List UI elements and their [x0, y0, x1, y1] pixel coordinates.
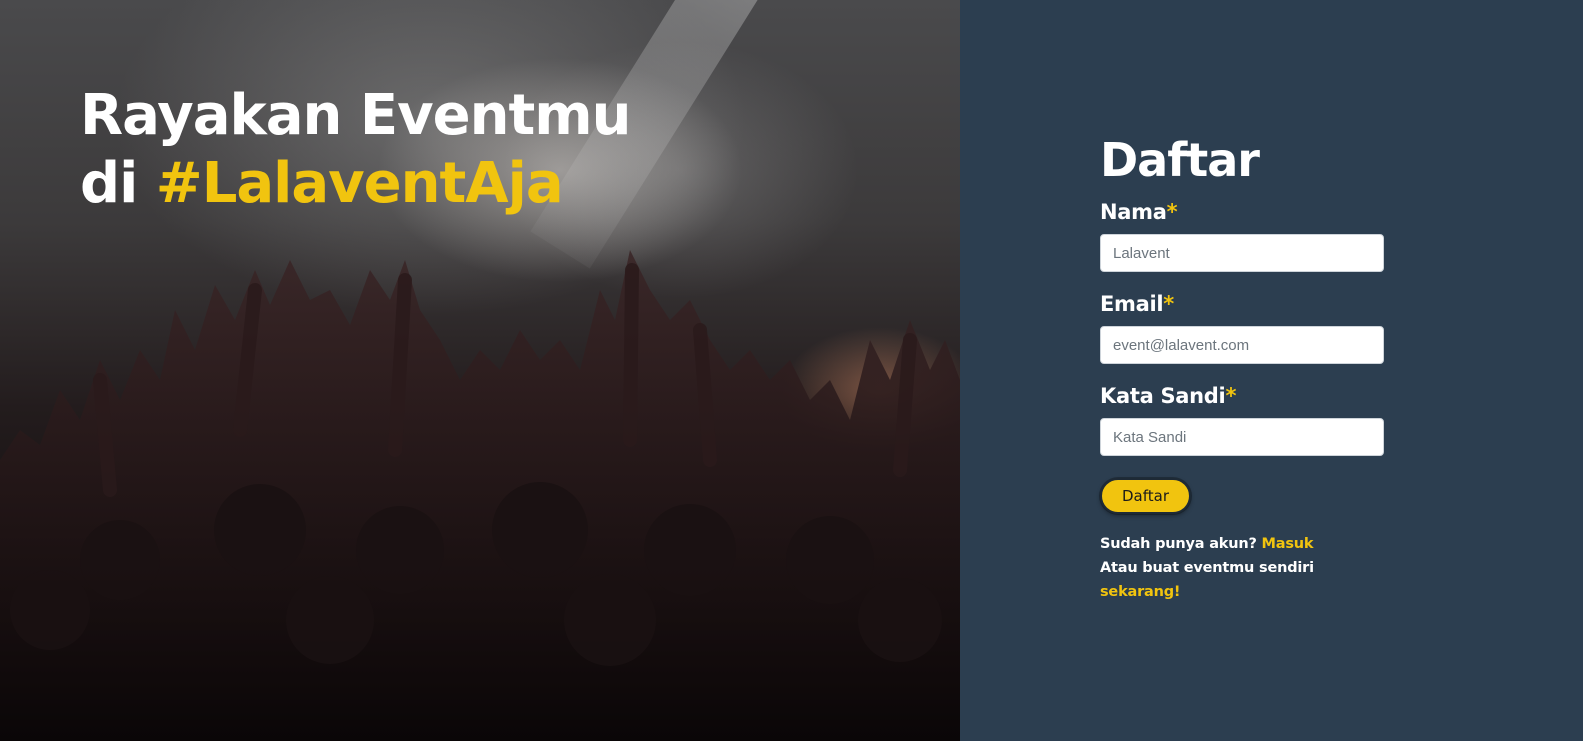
- required-mark: *: [1166, 200, 1178, 224]
- hero-title-line2: di #LalaventAja: [80, 150, 630, 218]
- hero-title: Rayakan Eventmu di #LalaventAja: [80, 82, 631, 218]
- password-input[interactable]: [1100, 418, 1384, 456]
- email-label-text: Email: [1100, 292, 1164, 316]
- form-title: Daftar: [1100, 133, 1260, 187]
- email-label: Email*: [1100, 292, 1384, 316]
- name-input[interactable]: [1100, 234, 1384, 272]
- hero-title-line1: Rayakan Eventmu: [80, 83, 631, 148]
- required-mark: *: [1225, 384, 1237, 408]
- login-prompt: Sudah punya akun?: [1100, 536, 1262, 552]
- crowd-silhouette: [0, 250, 960, 741]
- hero-banner: Rayakan Eventmu di #LalaventAja: [0, 0, 960, 741]
- name-label-text: Nama: [1100, 200, 1167, 224]
- required-mark: *: [1163, 292, 1174, 316]
- register-form: Daftar Nama* Email* Kata Sandi* Daftar S…: [1100, 130, 1384, 604]
- hero-title-prefix: di: [80, 151, 156, 216]
- password-label-text: Kata Sandi: [1100, 384, 1226, 408]
- name-label: Nama*: [1100, 200, 1384, 224]
- password-label: Kata Sandi*: [1100, 384, 1384, 408]
- create-prompt: Atau buat eventmu sendiri: [1100, 560, 1314, 576]
- auth-links: Sudah punya akun? Masuk Atau buat eventm…: [1100, 532, 1384, 604]
- hero-hashtag: #LalaventAja: [155, 151, 564, 216]
- login-line: Sudah punya akun? Masuk: [1100, 532, 1384, 556]
- create-line: Atau buat eventmu sendiri sekarang!: [1100, 556, 1384, 604]
- create-event-link[interactable]: sekarang!: [1100, 584, 1181, 600]
- login-link[interactable]: Masuk: [1262, 536, 1314, 552]
- register-button[interactable]: Daftar: [1100, 478, 1191, 514]
- email-input[interactable]: [1100, 326, 1384, 364]
